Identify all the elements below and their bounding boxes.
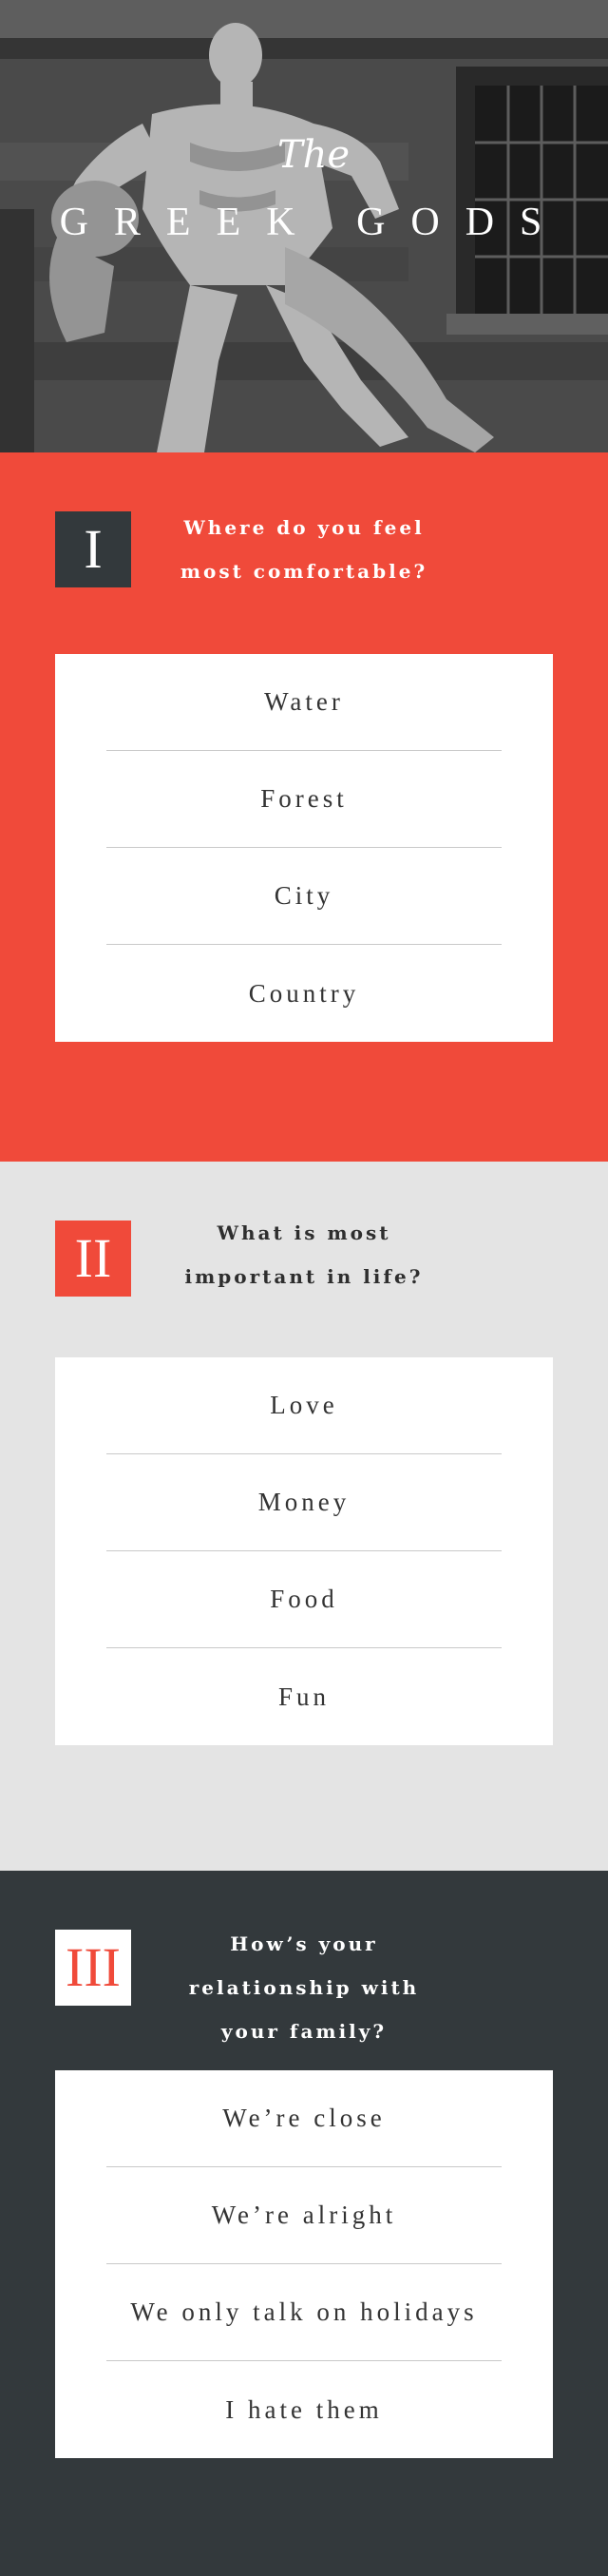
question-line: most comfortable?	[180, 560, 428, 583]
option-button[interactable]: Food	[106, 1551, 502, 1648]
option-button[interactable]: Love	[106, 1357, 502, 1454]
question-line: What is most	[217, 1221, 391, 1244]
option-button[interactable]: We only talk on holidays	[106, 2264, 502, 2361]
hero-banner: The GREEK GODS	[0, 0, 608, 452]
option-button[interactable]: I hate them	[106, 2361, 502, 2458]
options-card: Water Forest City Country	[55, 654, 553, 1042]
option-button[interactable]: We’re alright	[106, 2167, 502, 2264]
hero-title-the: The	[276, 133, 351, 177]
option-button[interactable]: City	[106, 848, 502, 945]
option-button[interactable]: Fun	[106, 1648, 502, 1745]
question-text: Where do you feel most comfortable?	[171, 506, 437, 593]
question-line: relationship with	[188, 1976, 420, 1999]
question-numeral: III	[55, 1930, 131, 2006]
option-button[interactable]: Forest	[106, 751, 502, 848]
option-button[interactable]: Country	[106, 945, 502, 1042]
question-text: How’s your relationship with your family…	[171, 1922, 437, 2053]
option-button[interactable]: Water	[106, 654, 502, 751]
options-card: We’re close We’re alright We only talk o…	[55, 2070, 553, 2458]
question-line: your family?	[220, 2020, 388, 2043]
question-section-3: III How’s your relationship with your fa…	[0, 1871, 608, 2576]
question-section-1: I Where do you feel most comfortable? Wa…	[0, 452, 608, 1162]
question-text: What is most important in life?	[171, 1211, 437, 1298]
question-numeral: I	[55, 511, 131, 587]
question-line: important in life?	[184, 1265, 424, 1288]
question-numeral: II	[55, 1221, 131, 1297]
question-line: How’s your	[230, 1932, 378, 1955]
options-card: Love Money Food Fun	[55, 1357, 553, 1745]
option-button[interactable]: Money	[106, 1454, 502, 1551]
question-section-2: II What is most important in life? Love …	[0, 1162, 608, 1871]
hero-title: The GREEK GODS	[0, 133, 608, 245]
option-button[interactable]: We’re close	[106, 2070, 502, 2167]
hero-title-main: GREEK GODS	[59, 201, 568, 244]
question-line: Where do you feel	[183, 516, 425, 539]
